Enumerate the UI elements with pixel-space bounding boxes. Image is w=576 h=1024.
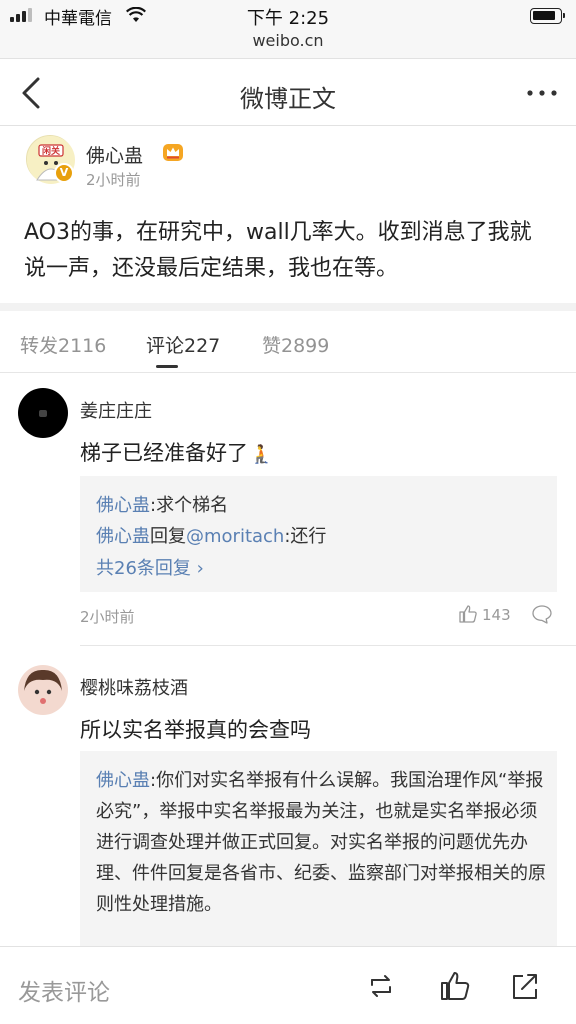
- avatar-image: [39, 410, 47, 417]
- reply-line: 佛心蛊回复@moritach:还行: [96, 522, 326, 548]
- avatar-text: 闲关: [41, 147, 60, 157]
- like-count: 143: [482, 606, 511, 624]
- share-icon[interactable]: [508, 969, 542, 1003]
- reply-text: :你们对实名举报有什么误解。我国治理作风“举报必究”，举报中实名举报最为关注，也…: [96, 770, 546, 915]
- comment-body: 梯子已经准备好了: [80, 441, 248, 465]
- status-bar: 中華電信 下午 2:25: [0, 0, 576, 30]
- more-icon[interactable]: [520, 73, 564, 113]
- verified-badge: V: [54, 163, 74, 183]
- page-title: 微博正文: [240, 85, 336, 113]
- more-replies-link[interactable]: 共26条回复 ›: [96, 554, 204, 580]
- section-divider: [0, 303, 576, 311]
- like-icon[interactable]: [458, 604, 478, 624]
- tab-likes[interactable]: 赞2899: [262, 331, 329, 358]
- clock: 下午 2:25: [246, 8, 330, 29]
- commenter-avatar[interactable]: [18, 388, 68, 438]
- reply-preview[interactable]: 佛心蛊:你们对实名举报有什么误解。我国治理作风“举报必究”，举报中实名举报最为关…: [80, 751, 557, 946]
- crown-icon[interactable]: [162, 141, 184, 163]
- comment-divider: [80, 645, 576, 646]
- kneeling-person-icon: 🧎: [250, 444, 273, 465]
- commenter-name[interactable]: 姜庄庄庄: [80, 397, 152, 423]
- reply-user[interactable]: 佛心蛊: [96, 526, 150, 547]
- comment-item: 姜庄庄庄 梯子已经准备好了 🧎 佛心蛊:求个梯名 佛心蛊回复@moritach:还…: [0, 374, 576, 646]
- reply-line: 佛心蛊:求个梯名: [96, 491, 228, 517]
- post-card: 闲关 V 佛心蛊 2小时前 AO3的事，在研究中，wall几率大。收到消息了我就…: [0, 127, 576, 303]
- comment-time: 2小时前: [80, 608, 135, 626]
- commenter-avatar[interactable]: [18, 665, 68, 715]
- like-icon[interactable]: [438, 969, 472, 1003]
- post-text: AO3的事，在研究中，wall几率大。收到消息了我就说一声，还没最后定结果，我也…: [24, 220, 532, 281]
- reply-mention[interactable]: @moritach: [186, 526, 284, 547]
- tab-bar: 转发2116 评论227 赞2899: [0, 311, 576, 373]
- avatar-image: [24, 669, 62, 704]
- reply-text: 求个梯名: [156, 495, 229, 516]
- tab-reposts[interactable]: 转发2116: [20, 331, 106, 358]
- reply-text: 还行: [290, 526, 327, 547]
- comment-item: 樱桃味荔枝酒 所以实名举报真的会查吗 佛心蛊:你们对实名举报有什么误解。我国治理…: [0, 647, 576, 946]
- reply-verb: 回复: [150, 526, 186, 547]
- post-time: 2小时前: [86, 171, 141, 189]
- commenter-name[interactable]: 樱桃味荔枝酒: [80, 674, 188, 700]
- reply-user[interactable]: 佛心蛊: [96, 495, 150, 516]
- reply-line: 佛心蛊:你们对实名举报有什么误解。我国治理作风“举报必究”，举报中实名举报最为关…: [96, 765, 546, 920]
- compose-comment-input[interactable]: 发表评论: [18, 973, 110, 1007]
- battery-icon: [530, 8, 565, 24]
- address-bar[interactable]: weibo.cn: [0, 30, 576, 58]
- tab-comments[interactable]: 评论227: [146, 331, 220, 358]
- active-tab-indicator: [156, 365, 178, 368]
- comment-icon[interactable]: [531, 603, 553, 625]
- repost-icon[interactable]: [364, 969, 398, 1003]
- reply-preview[interactable]: 佛心蛊:求个梯名 佛心蛊回复@moritach:还行 共26条回复 ›: [80, 476, 557, 592]
- comment-text: 梯子已经准备好了 🧎: [80, 437, 272, 467]
- weibo-post-page: { "status_bar": { "carrier": "中華電信", "ti…: [0, 0, 576, 1024]
- reply-user[interactable]: 佛心蛊: [96, 770, 150, 791]
- comment-text: 所以实名举报真的会查吗: [80, 718, 311, 742]
- author-name[interactable]: 佛心蛊: [86, 141, 143, 168]
- bottom-toolbar: 发表评论: [0, 946, 576, 1024]
- url-text: weibo.cn: [252, 31, 324, 50]
- nav-bar: 微博正文: [0, 58, 576, 277]
